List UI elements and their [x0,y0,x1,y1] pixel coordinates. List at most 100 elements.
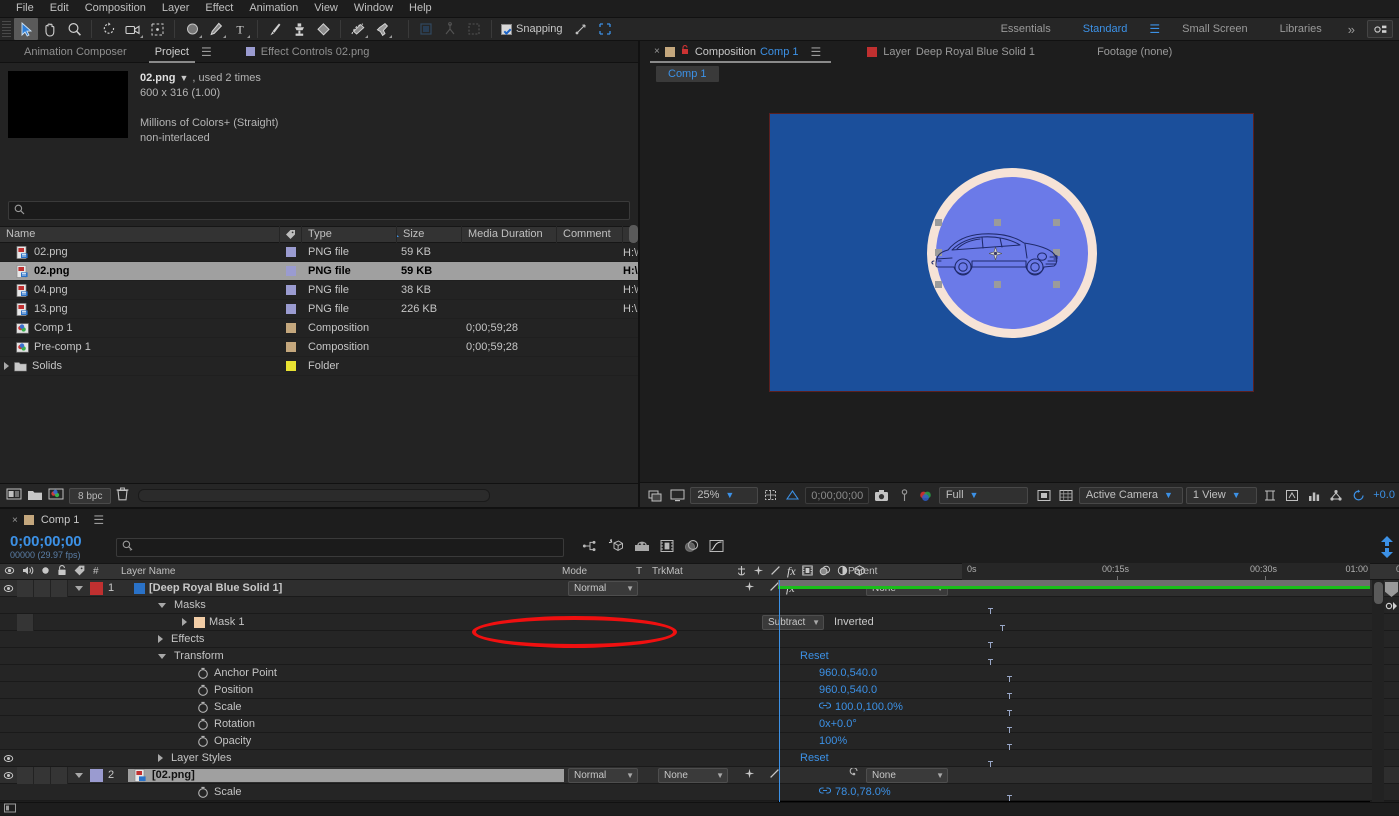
mask-lock-toggle[interactable] [17,613,34,631]
tab-layer[interactable]: Layer Deep Royal Blue Solid 1 [861,41,1041,63]
layer-mode-cell[interactable]: Normal ▼ [564,580,642,596]
project-row[interactable]: 02.pngPNG file59 KBH:\02\J [0,243,638,262]
region-of-interest-icon[interactable] [761,485,780,505]
bit-depth-button[interactable]: 8 bpc [69,487,112,504]
pen-tool[interactable] [204,18,228,40]
stopwatch-icon[interactable] [196,700,210,714]
layer-switches[interactable] [736,768,848,782]
project-row[interactable]: Pre-comp 1 Composition 0;00;59;28 [0,338,638,357]
frame-blending-icon[interactable] [660,539,674,556]
layer-styles-video-toggle[interactable] [0,750,17,767]
lock-toggle[interactable] [51,766,68,784]
group-name-cell[interactable]: Masks [128,599,576,611]
graph-editor-icon[interactable] [709,539,724,556]
layer-disclosure[interactable] [68,585,90,591]
timeline-search-input[interactable] [133,541,558,553]
project-row-swatch-cell[interactable] [280,304,302,314]
composition-stage[interactable] [769,113,1254,392]
zoom-level-select[interactable]: 25% ▼ [690,486,758,504]
menu-item-view[interactable]: View [306,0,346,17]
project-row-swatch-cell[interactable] [280,285,302,295]
video-toggle[interactable] [0,580,17,597]
disclosure-triangle-icon[interactable] [158,602,166,608]
menu-item-help[interactable]: Help [401,0,440,17]
snapping-checkbox[interactable] [501,23,512,35]
delete-icon[interactable] [116,487,129,504]
layer-name-cell[interactable]: [02.png] [128,768,564,782]
puppet-overlap-icon[interactable] [462,18,486,40]
workspace-essentials[interactable]: Essentials [985,17,1067,41]
camera-tool[interactable] [121,18,145,40]
stopwatch-icon[interactable] [196,683,210,697]
property-value[interactable]: 100% [819,735,847,747]
timeline-property-row[interactable]: Anchor Point 960.0,540.0 [0,665,1399,687]
layer-mode-cell[interactable]: Normal ▼ [564,767,642,783]
panel-menu-icon[interactable]: ☰ [87,513,110,527]
composition-viewer[interactable] [640,85,1399,482]
mask-mode-select[interactable]: Subtract ▼ [762,614,824,630]
tab-project[interactable]: Project [141,41,203,63]
lock-icon[interactable] [681,41,689,63]
quality-icon[interactable] [769,768,780,782]
tab-composition-comp-1[interactable]: × Composition Comp 1 ☰ [648,41,833,63]
menu-item-composition[interactable]: Composition [77,0,154,17]
reset-link[interactable]: Reset [800,752,829,764]
preview-monitor-icon[interactable] [668,485,687,505]
item-dropdown-icon[interactable]: ▼ [179,73,188,83]
project-footer-scroll[interactable] [138,489,491,502]
hide-shy-layers-icon[interactable] [634,539,650,556]
property-name-cell[interactable]: Position [128,683,595,697]
stopwatch-icon[interactable] [196,666,210,680]
project-search-input[interactable] [25,204,624,217]
roto-brush-tool[interactable] [346,18,370,40]
layer-switches[interactable]: fx [736,581,848,596]
group-name-cell[interactable]: Effects [128,633,576,645]
av-switches[interactable] [0,580,68,597]
disclosure-triangle-icon[interactable] [4,362,9,370]
menu-item-file[interactable]: File [8,0,42,17]
selection-handle-tr[interactable] [1053,219,1060,226]
workspace-standard[interactable]: Standard [1067,17,1144,41]
menu-item-layer[interactable]: Layer [154,0,198,17]
group-name-cell[interactable]: Transform [128,650,576,662]
column-header-name[interactable]: Name [0,226,280,243]
toggle-grid-icon[interactable] [1057,485,1076,505]
tab-timeline-comp-1[interactable]: × Comp 1 ☰ [8,513,114,527]
current-time-display[interactable]: 0;00;00;00 [805,486,870,504]
camera-select[interactable]: Active Camera ▼ [1078,486,1183,504]
property-value[interactable]: 960.0,540.0 [819,684,877,696]
project-row-name-cell[interactable]: 13.png [0,302,280,316]
project-row[interactable]: 02.pngPNG file59 KBH:\02\J [0,262,638,281]
layer-label-color[interactable] [90,768,106,782]
draft-3d-icon[interactable] [608,538,624,556]
views-select[interactable]: 1 View ▼ [1185,486,1258,504]
project-vertical-scrollbar[interactable] [629,225,639,345]
new-composition-icon[interactable] [48,487,64,504]
project-row-swatch-cell[interactable] [280,342,302,352]
new-folder-icon[interactable] [27,488,43,504]
parent-select[interactable]: None ▼ [866,580,948,596]
project-row[interactable]: 13.pngPNG file226 KBH:\13\J [0,300,638,319]
menu-item-animation[interactable]: Animation [241,0,306,17]
timeline-property-row[interactable]: Scale 100.0,100.0% [0,699,1399,721]
parent-pickwhip-icon[interactable] [848,766,860,783]
mask-inverted-checkbox[interactable]: Inverted [834,616,874,628]
text-tool[interactable]: T [228,18,252,40]
snapshot-icon[interactable] [872,485,891,505]
snapping-toggle[interactable]: Snapping [501,23,563,35]
column-header-media-duration[interactable]: Media Duration [462,226,557,243]
menu-item-effect[interactable]: Effect [197,0,241,17]
property-name-cell[interactable]: Scale [128,700,595,714]
link-constrain-icon[interactable] [818,786,832,798]
stopwatch-icon[interactable] [196,734,210,748]
property-name-cell[interactable]: Opacity [128,734,595,748]
pixel-aspect-correction-icon[interactable] [1283,485,1302,505]
column-header-size[interactable]: Size [397,226,462,243]
parent-pickwhip-icon[interactable] [848,580,860,596]
timeline-mask-row[interactable]: Mask 1 Subtract ▼ Inverted [0,613,1399,636]
property-name-cell[interactable]: Rotation [128,717,595,731]
channel-icon[interactable] [917,485,936,505]
parent-cell[interactable]: None ▼ [848,766,968,783]
project-row[interactable]: Comp 1 Composition 0;00;59;28 [0,319,638,338]
disclosure-triangle-icon[interactable] [158,635,163,643]
